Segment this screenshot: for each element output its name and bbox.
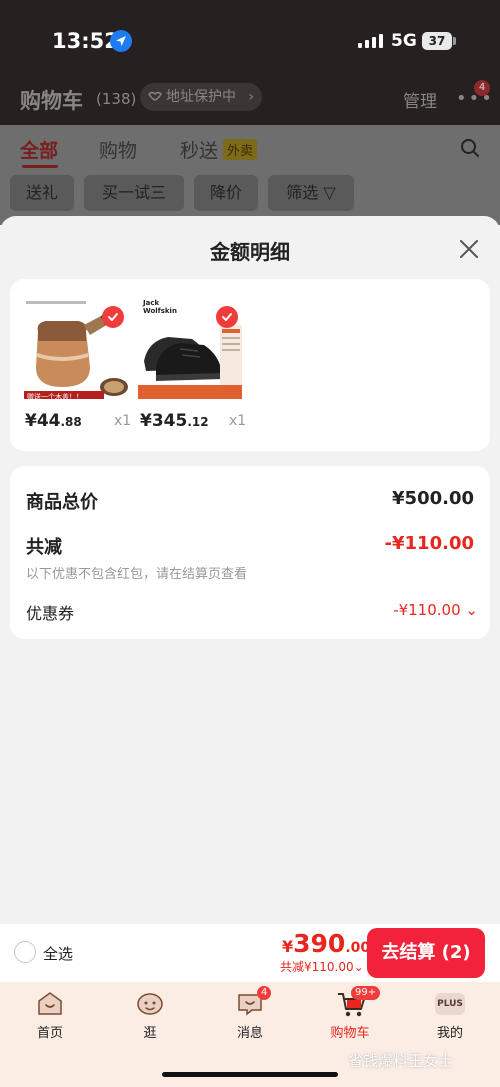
- total-price-label: 商品总价: [26, 492, 98, 513]
- chevron-down-icon: ⌄: [465, 601, 478, 619]
- payable-reduction-text: 共减¥110.00: [280, 960, 354, 974]
- battery-icon: 37: [422, 32, 452, 50]
- address-protection-pill[interactable]: 地址保护中 ›: [140, 83, 262, 111]
- coupon-value[interactable]: -¥110.00 ⌄: [393, 601, 478, 619]
- battery-cap: [453, 37, 456, 45]
- watermark: 省钱爆料王女士: [348, 1052, 454, 1070]
- chip-filter-label: 筛选: [286, 183, 319, 202]
- nav-browse[interactable]: 逛: [115, 985, 185, 1045]
- close-icon: [460, 240, 478, 258]
- coupon-amount: -¥110.00: [393, 601, 461, 619]
- takeout-tag: 外卖: [223, 139, 258, 160]
- location-arrow-icon: [110, 30, 132, 52]
- network-type: 5G: [391, 31, 417, 51]
- product-1-price-main: ¥44: [25, 411, 61, 431]
- close-button[interactable]: [452, 232, 486, 266]
- sheet-title: 金额明细: [210, 240, 290, 264]
- cart-count: (138): [96, 90, 137, 108]
- product-2-brand-logo: Jack Wolfskin: [143, 299, 177, 315]
- chip-buy-one-try-three[interactable]: 买一试三: [84, 175, 184, 211]
- discount-note: 以下优惠不包含红包，请在结算页查看: [26, 567, 248, 582]
- payable-total: ¥390.00: [282, 929, 370, 958]
- smiley-face-icon: [137, 993, 163, 1015]
- product-2-qty: x1: [229, 413, 247, 429]
- product-2-price-main: ¥345: [140, 411, 188, 431]
- product-2-price-decimal: .12: [187, 415, 209, 429]
- product-1-checkbox[interactable]: [102, 306, 124, 328]
- nav-home[interactable]: 首页: [15, 985, 85, 1045]
- checkmark-icon: [222, 313, 232, 321]
- total-reduction-value: -¥110.00: [384, 533, 474, 554]
- checkout-button[interactable]: 去结算 (2): [367, 928, 485, 978]
- chevron-down-icon: ⌄: [353, 960, 364, 974]
- address-pill-label: 地址保护中: [166, 89, 236, 105]
- product-1-price: ¥44.88: [25, 411, 82, 431]
- select-all-label[interactable]: 全选: [43, 943, 73, 964]
- payable-reduction-toggle[interactable]: 共减¥110.00⌄: [280, 958, 364, 975]
- chevron-right-icon: ›: [248, 89, 254, 105]
- tab-active-underline: [22, 165, 58, 168]
- product-2-checkbox[interactable]: [216, 306, 238, 328]
- product-1-gift-banner: 赠送一个木盖！！: [27, 393, 83, 401]
- select-all-radio[interactable]: [14, 941, 36, 963]
- more-icon[interactable]: •••: [456, 90, 494, 108]
- tab-flash-delivery[interactable]: 秒送: [180, 136, 218, 163]
- product-2-price: ¥345.12: [140, 411, 209, 431]
- manage-button[interactable]: 管理: [403, 87, 437, 112]
- cart-badge: 99+: [351, 986, 381, 1000]
- filter-icon: ▽: [323, 183, 336, 202]
- more-badge: 4: [474, 80, 490, 96]
- page-title: 购物车: [20, 89, 83, 113]
- status-time: 13:52: [52, 29, 119, 53]
- signal-icon: [358, 34, 383, 48]
- total-reduction-label: 共减: [26, 537, 62, 558]
- nav-messages[interactable]: 4 消息: [215, 985, 285, 1045]
- plus-membership-icon: PLUS: [435, 993, 465, 1015]
- brand-line-1: Jack: [143, 299, 160, 307]
- home-icon: [38, 992, 62, 1015]
- handshake-icon: [148, 91, 162, 101]
- nav-cart[interactable]: 99+ 购物车: [315, 985, 385, 1045]
- status-bar: 13:52 5G 37: [0, 0, 500, 80]
- tab-shopping[interactable]: 购物: [99, 136, 137, 163]
- product-1-qty: x1: [114, 413, 132, 429]
- tab-all[interactable]: 全部: [20, 136, 58, 163]
- nav-profile-label: 我的: [436, 1026, 463, 1041]
- chip-gift[interactable]: 送礼: [10, 175, 74, 211]
- home-indicator[interactable]: [162, 1072, 338, 1077]
- checkmark-icon: [108, 313, 118, 321]
- total-price-value: ¥500.00: [392, 488, 474, 509]
- search-icon[interactable]: [460, 138, 480, 158]
- payable-currency: ¥: [282, 937, 294, 956]
- chip-price-drop[interactable]: 降价: [194, 175, 258, 211]
- payable-main: 390: [293, 929, 346, 958]
- brand-line-2: Wolfskin: [143, 307, 177, 315]
- coupon-label: 优惠券: [26, 604, 75, 623]
- chip-filter[interactable]: 筛选 ▽: [268, 175, 354, 211]
- nav-cart-label: 购物车: [330, 1026, 370, 1041]
- nav-profile[interactable]: PLUS 我的: [415, 985, 485, 1045]
- messages-badge: 4: [257, 986, 272, 1000]
- nav-home-label: 首页: [36, 1026, 63, 1041]
- nav-browse-label: 逛: [143, 1026, 157, 1041]
- product-1-price-decimal: .88: [60, 415, 82, 429]
- nav-messages-label: 消息: [236, 1026, 263, 1041]
